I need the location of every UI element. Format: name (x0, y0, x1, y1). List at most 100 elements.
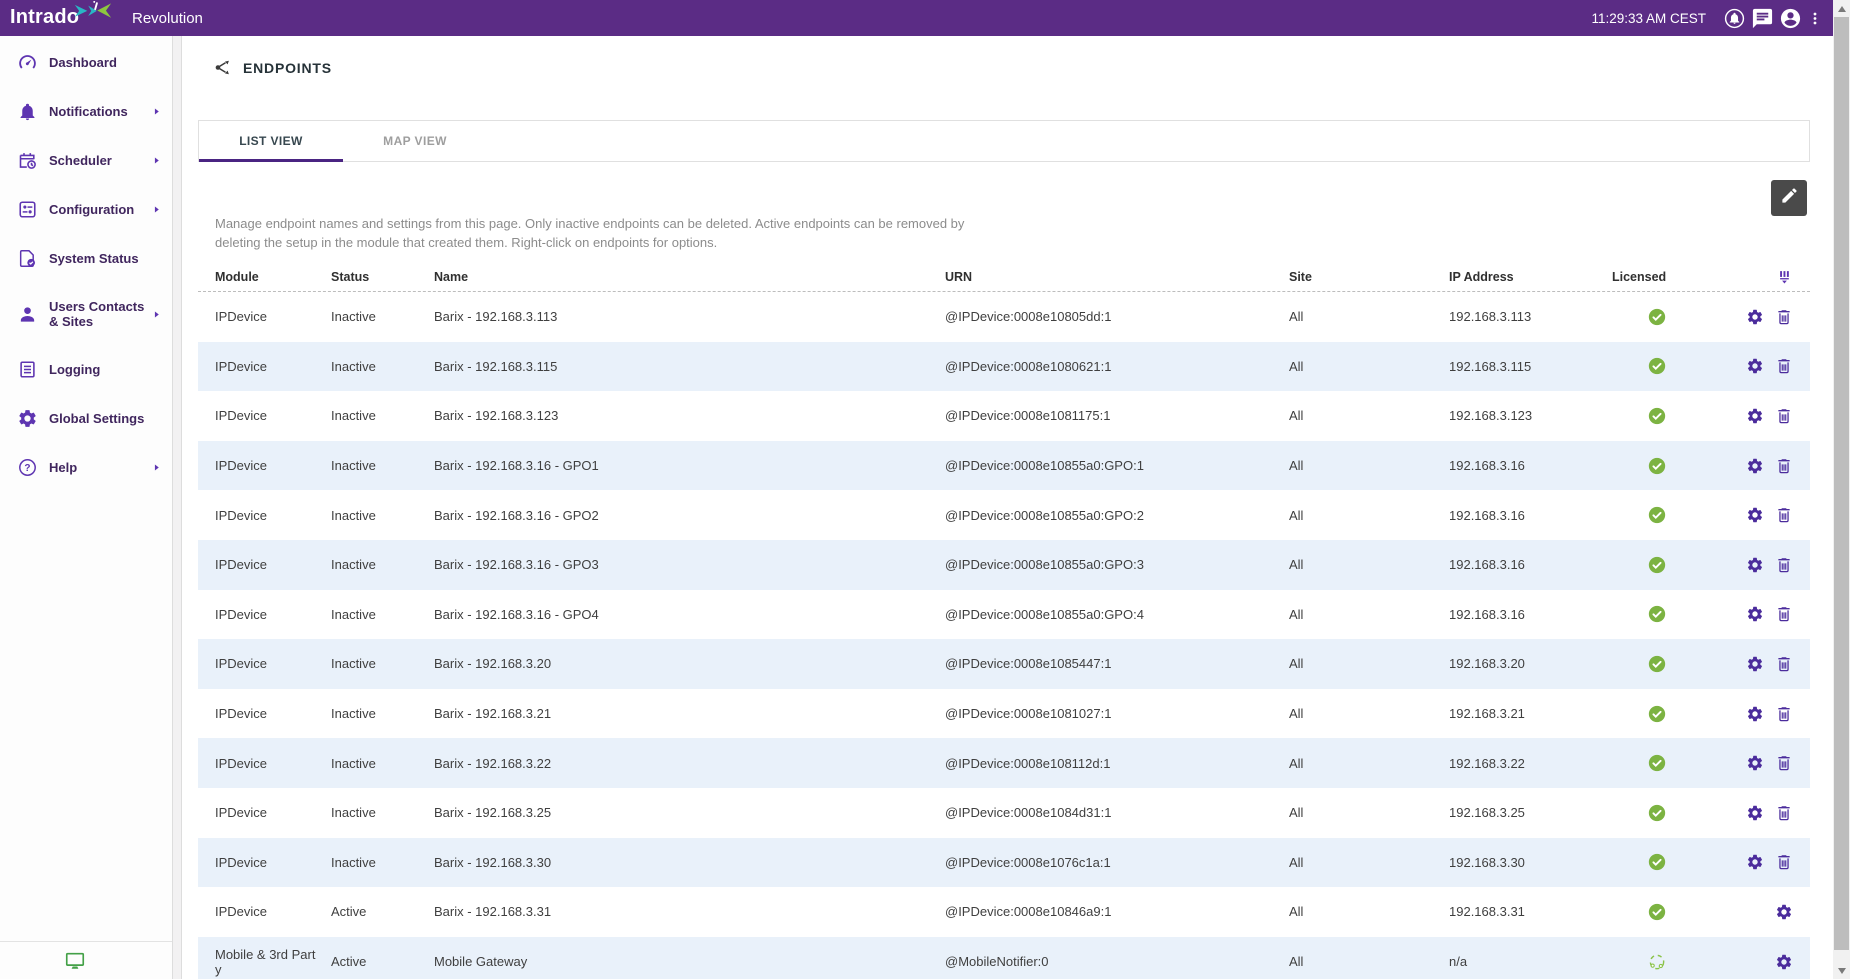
delete-trash-icon[interactable] (1775, 407, 1793, 425)
table-row[interactable]: IPDeviceInactiveBarix - 192.168.3.22@IPD… (198, 738, 1810, 788)
table-row[interactable]: IPDeviceInactiveBarix - 192.168.3.25@IPD… (198, 788, 1810, 838)
delete-trash-icon[interactable] (1775, 853, 1793, 871)
page-scrollbar[interactable] (1833, 0, 1850, 979)
table-row[interactable]: IPDeviceActiveBarix - 192.168.3.31@IPDev… (198, 887, 1810, 937)
account-icon[interactable] (1779, 7, 1802, 30)
edit-button[interactable] (1771, 180, 1807, 216)
settings-gear-icon[interactable] (1775, 903, 1793, 921)
settings-gear-icon[interactable] (1746, 407, 1764, 425)
svg-text:?: ? (24, 463, 30, 474)
cell-name: Barix - 192.168.3.21 (434, 706, 945, 721)
scrollbar-thumb[interactable] (1834, 17, 1849, 950)
cell-status: Inactive (331, 805, 434, 820)
cell-status: Active (331, 904, 434, 919)
tab-map-view[interactable]: MAP VIEW (343, 121, 487, 161)
sidebar-item-label: Scheduler (49, 153, 112, 168)
delete-trash-icon[interactable] (1775, 605, 1793, 623)
settings-gear-icon[interactable] (1746, 605, 1764, 623)
cell-urn: @IPDevice:0008e108112d:1 (945, 756, 1289, 771)
table-row[interactable]: IPDeviceInactiveBarix - 192.168.3.30@IPD… (198, 838, 1810, 888)
cell-module: IPDevice (215, 656, 331, 671)
sidebar-item-settings[interactable]: Global Settings (0, 394, 172, 443)
sidebar-item-configuration[interactable]: Configuration (0, 185, 172, 234)
sidebar-item-label: Dashboard (49, 55, 117, 70)
settings-gear-icon[interactable] (1746, 754, 1764, 772)
cell-site: All (1289, 309, 1449, 324)
scroll-down-button[interactable] (1833, 962, 1850, 979)
cell-urn: @IPDevice:0008e10855a0:GPO:3 (945, 557, 1289, 572)
col-header-ip: IP Address (1449, 270, 1612, 284)
cell-site: All (1289, 805, 1449, 820)
cell-licensed (1612, 902, 1702, 922)
delete-trash-icon[interactable] (1775, 308, 1793, 326)
tab-list-view[interactable]: LIST VIEW (199, 121, 343, 161)
cell-module: IPDevice (215, 756, 331, 771)
table-row[interactable]: IPDeviceInactiveBarix - 192.168.3.115@IP… (198, 342, 1810, 392)
cell-module: IPDevice (215, 607, 331, 622)
sidebar-item-scheduler[interactable]: Scheduler (0, 136, 172, 185)
delete-trash-icon[interactable] (1775, 655, 1793, 673)
delete-trash-icon[interactable] (1775, 754, 1793, 772)
settings-gear-icon[interactable] (1775, 953, 1793, 971)
cell-module: IPDevice (215, 805, 331, 820)
cell-urn: @IPDevice:0008e1081027:1 (945, 706, 1289, 721)
alarm-icon[interactable] (1723, 7, 1746, 30)
clock: 11:29:33 AM CEST (1591, 11, 1706, 26)
delete-trash-icon[interactable] (1775, 556, 1793, 574)
cell-module: IPDevice (215, 904, 331, 919)
brand-logo: Intrado (10, 0, 118, 36)
cell-status: Inactive (331, 557, 434, 572)
column-filter-icon[interactable] (1776, 268, 1793, 287)
cell-actions (1702, 953, 1810, 971)
settings-gear-icon[interactable] (1746, 506, 1764, 524)
delete-trash-icon[interactable] (1775, 804, 1793, 822)
table-row[interactable]: IPDeviceInactiveBarix - 192.168.3.21@IPD… (198, 689, 1810, 739)
cell-urn: @IPDevice:0008e10855a0:GPO:4 (945, 607, 1289, 622)
table-row[interactable]: IPDeviceInactiveBarix - 192.168.3.16 - G… (198, 490, 1810, 540)
col-header-urn: URN (945, 270, 1289, 284)
settings-gear-icon[interactable] (1746, 853, 1764, 871)
table-row[interactable]: IPDeviceInactiveBarix - 192.168.3.20@IPD… (198, 639, 1810, 689)
overflow-menu-icon[interactable] (1807, 7, 1823, 30)
table-row[interactable]: IPDeviceInactiveBarix - 192.168.3.123@IP… (198, 391, 1810, 441)
settings-gear-icon[interactable] (1746, 655, 1764, 673)
cell-actions (1702, 407, 1810, 425)
cell-module: Mobile & 3rd Party (215, 947, 331, 977)
sidebar-item-users[interactable]: Users Contacts & Sites (0, 283, 172, 345)
scroll-up-button[interactable] (1833, 0, 1850, 17)
cell-urn: @IPDevice:0008e10855a0:GPO:1 (945, 458, 1289, 473)
dashboard-icon (17, 52, 38, 73)
table-row[interactable]: IPDeviceInactiveBarix - 192.168.3.16 - G… (198, 540, 1810, 590)
dragonfly-logo-icon (72, 1, 114, 21)
table-row[interactable]: Mobile & 3rd PartyActiveMobile Gateway@M… (198, 937, 1810, 979)
cell-actions (1702, 853, 1810, 871)
cell-licensed (1612, 952, 1702, 972)
table-row[interactable]: IPDeviceInactiveBarix - 192.168.3.16 - G… (198, 590, 1810, 640)
cell-actions (1702, 457, 1810, 475)
cell-urn: @MobileNotifier:0 (945, 954, 1289, 969)
cell-name: Barix - 192.168.3.16 - GPO2 (434, 508, 945, 523)
delete-trash-icon[interactable] (1775, 705, 1793, 723)
sidebar-item-dashboard[interactable]: Dashboard (0, 38, 172, 87)
sidebar-item-system-status[interactable]: System Status (0, 234, 172, 283)
sidebar-item-logging[interactable]: Logging (0, 345, 172, 394)
cell-module: IPDevice (215, 408, 331, 423)
settings-gear-icon[interactable] (1746, 705, 1764, 723)
chat-icon[interactable] (1751, 7, 1774, 30)
endpoints-share-icon (214, 58, 233, 77)
settings-gear-icon[interactable] (1746, 556, 1764, 574)
cell-urn: @IPDevice:0008e1085447:1 (945, 656, 1289, 671)
delete-trash-icon[interactable] (1775, 506, 1793, 524)
settings-gear-icon[interactable] (1746, 308, 1764, 326)
delete-trash-icon[interactable] (1775, 457, 1793, 475)
sidebar-item-notifications[interactable]: Notifications (0, 87, 172, 136)
sidebar-item-help[interactable]: ?Help (0, 443, 172, 492)
content-gutter (173, 36, 181, 979)
settings-gear-icon[interactable] (1746, 457, 1764, 475)
settings-gear-icon[interactable] (1746, 357, 1764, 375)
table-row[interactable]: IPDeviceInactiveBarix - 192.168.3.16 - G… (198, 441, 1810, 491)
col-header-module: Module (215, 270, 331, 284)
settings-gear-icon[interactable] (1746, 804, 1764, 822)
delete-trash-icon[interactable] (1775, 357, 1793, 375)
table-row[interactable]: IPDeviceInactiveBarix - 192.168.3.113@IP… (198, 292, 1810, 342)
